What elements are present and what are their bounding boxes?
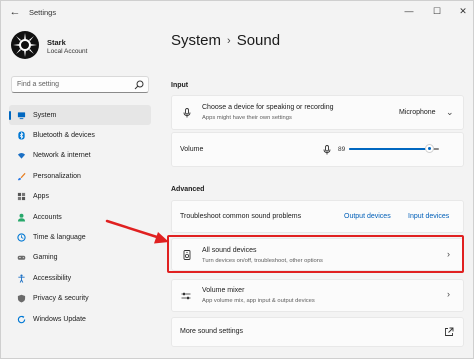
breadcrumb: System › Sound xyxy=(171,32,280,49)
volume-value: 89 xyxy=(338,146,346,153)
volume-slider-fill xyxy=(349,148,429,150)
brush-icon xyxy=(17,172,26,181)
sidebar-item-label: Network & internet xyxy=(33,152,91,160)
sidebar-item-label: Windows Update xyxy=(33,315,86,323)
volume-mixer-title: Volume mixer xyxy=(202,287,245,294)
sidebar-item-label: Bluetooth & devices xyxy=(33,132,95,140)
input-device-subtitle: Apps might have their own settings xyxy=(202,115,292,121)
search-placeholder: Find a setting xyxy=(17,81,60,88)
avatar-emblem-icon xyxy=(13,33,37,57)
sidebar-item-label: Personalization xyxy=(33,172,81,180)
wifi-icon xyxy=(17,151,26,160)
sidebar-item-label: Privacy & security xyxy=(33,295,89,303)
sidebar-item-label: Apps xyxy=(33,193,49,201)
search-input[interactable]: Find a setting xyxy=(11,76,149,93)
sidebar-item-bluetooth-devices[interactable]: Bluetooth & devices xyxy=(9,125,151,145)
troubleshoot-row: Troubleshoot common sound problems Outpu… xyxy=(171,200,464,233)
sidebar-item-label: Gaming xyxy=(33,254,58,262)
chevron-down-icon[interactable]: ⌄ xyxy=(446,107,454,118)
breadcrumb-parent[interactable]: System xyxy=(171,32,221,49)
breadcrumb-separator: › xyxy=(227,34,231,47)
chevron-right-icon[interactable]: › xyxy=(447,289,450,299)
search-icon[interactable] xyxy=(134,80,144,90)
section-label-input: Input xyxy=(171,82,189,89)
volume-mixer-row[interactable]: Volume mixer App volume mix, app input &… xyxy=(171,279,464,312)
close-button[interactable]: ✕ xyxy=(455,4,471,18)
sidebar-item-windows-update[interactable]: Windows Update xyxy=(9,309,151,329)
highlight-box xyxy=(167,235,464,273)
apps-icon xyxy=(17,192,26,201)
back-arrow-icon[interactable]: ← xyxy=(9,6,21,18)
troubleshoot-title: Troubleshoot common sound problems xyxy=(180,213,302,220)
input-device-title: Choose a device for speaking or recordin… xyxy=(202,104,334,111)
clock-globe-icon xyxy=(17,233,26,242)
window-title: Settings xyxy=(29,8,57,17)
minimize-button[interactable]: — xyxy=(401,4,417,18)
account-type: Local Account xyxy=(47,48,88,55)
update-icon xyxy=(17,315,26,324)
input-device-select[interactable]: Microphone xyxy=(399,109,436,116)
output-devices-link[interactable]: Output devices xyxy=(344,213,391,220)
account-name: Stark xyxy=(47,38,66,47)
settings-window: ← Settings — ☐ ✕ Stark Local Account Fin… xyxy=(0,0,474,359)
section-label-advanced: Advanced xyxy=(171,186,205,193)
sidebar-item-network-internet[interactable]: Network & internet xyxy=(9,146,151,166)
gamepad-icon xyxy=(17,253,26,262)
mixer-sliders-icon xyxy=(181,292,191,300)
open-external-icon[interactable] xyxy=(444,327,454,337)
system-icon xyxy=(17,111,26,120)
microphone-icon xyxy=(183,108,191,118)
more-sound-settings-row[interactable]: More sound settings xyxy=(171,317,464,347)
volume-slider-thumb[interactable] xyxy=(425,144,434,153)
sidebar-item-personalization[interactable]: Personalization xyxy=(9,166,151,186)
input-device-row[interactable]: Choose a device for speaking or recordin… xyxy=(171,95,464,130)
accessibility-icon xyxy=(17,274,26,283)
sidebar-item-system[interactable]: System xyxy=(9,105,151,126)
sidebar-item-label: Time & language xyxy=(33,234,86,242)
sidebar-item-apps[interactable]: Apps xyxy=(9,187,151,207)
avatar[interactable] xyxy=(11,31,39,59)
red-arrow-annotation xyxy=(105,219,169,244)
sidebar-item-accessibility[interactable]: Accessibility xyxy=(9,268,151,288)
bluetooth-icon xyxy=(17,131,26,140)
shield-icon xyxy=(17,294,26,303)
page-title: Sound xyxy=(236,32,281,49)
volume-mixer-subtitle: App volume mix, app input & output devic… xyxy=(202,298,315,304)
sidebar-item-label: System xyxy=(33,111,57,119)
input-devices-link[interactable]: Input devices xyxy=(408,213,449,220)
sidebar-item-gaming[interactable]: Gaming xyxy=(9,248,151,268)
title-bar: ← Settings — ☐ ✕ xyxy=(1,1,473,23)
sidebar-item-privacy-security[interactable]: Privacy & security xyxy=(9,289,151,309)
sidebar-item-label: Accessibility xyxy=(33,274,72,282)
person-icon xyxy=(17,213,26,222)
maximize-button[interactable]: ☐ xyxy=(429,4,445,18)
volume-label: Volume xyxy=(180,146,204,153)
microphone-icon[interactable] xyxy=(322,145,332,155)
sidebar-item-label: Accounts xyxy=(33,213,62,221)
more-sound-settings-title: More sound settings xyxy=(180,328,244,335)
